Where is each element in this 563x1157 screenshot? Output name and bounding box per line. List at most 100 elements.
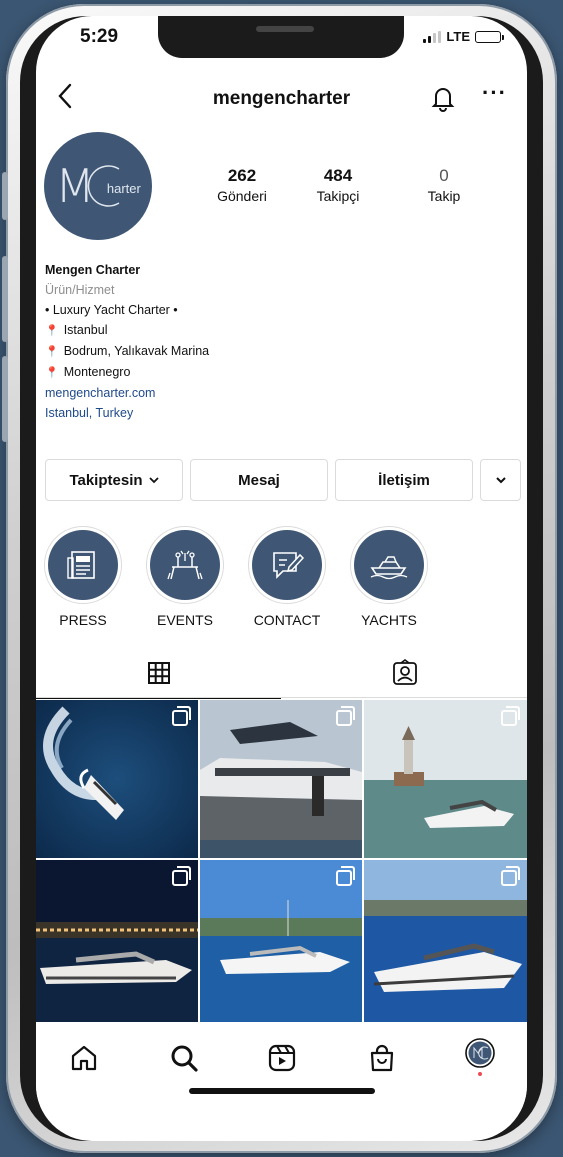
notification-bell-icon[interactable] [430,84,456,112]
posts-grid [36,700,527,1022]
profile-actions: Takiptesin Mesaj İletişim [45,459,521,501]
reels-icon [268,1044,296,1072]
multi-post-icon [172,866,191,886]
highlight-label: PRESS [59,612,107,628]
nav-profile[interactable] [460,1038,500,1078]
status-indicators: LTE [423,29,504,44]
posts-count: 262 [227,166,257,185]
shop-icon [370,1044,394,1072]
stat-followers[interactable]: 484 Takipçi [298,166,378,204]
stat-following[interactable]: 0 Takip [404,166,484,204]
pin-icon: 📍 [45,367,59,379]
newspaper-icon [67,551,95,579]
profile-avatar-icon [465,1038,495,1076]
tab-tagged[interactable] [282,648,527,698]
posts-label: Gönderi [217,188,267,204]
post-thumbnail[interactable] [200,700,362,858]
nav-home[interactable] [64,1038,104,1078]
followers-count: 484 [323,166,353,185]
bio-location: Istanbul [63,323,108,337]
post-thumbnail[interactable] [364,700,527,858]
suggested-accounts-button[interactable] [480,459,521,501]
bio-name: Mengen Charter [45,263,141,277]
highlight-cover [354,530,424,600]
bio-website-link[interactable]: mengencharter.com [45,383,209,403]
highlight-label: YACHTS [361,612,417,628]
battery-icon [475,30,504,43]
volume-down-button [2,356,8,442]
following-button[interactable]: Takiptesin [45,459,183,501]
network-label: LTE [446,29,470,44]
nav-search[interactable] [164,1038,204,1078]
highlight-yachts[interactable]: YACHTS [350,526,428,628]
tab-posts-grid[interactable] [36,648,281,699]
signal-icon [423,30,442,43]
highlight-label: CONTACT [253,612,321,628]
home-icon [71,1045,97,1071]
highlight-ring [248,526,326,604]
following-label: Takip [427,188,461,204]
pin-icon: 📍 [45,346,59,358]
following-count: 0 [439,166,449,185]
chevron-down-icon [495,477,506,484]
post-thumbnail[interactable] [36,860,198,1022]
volume-up-button [2,256,8,342]
bio-location-row: 📍 Montenegro [45,362,209,383]
note-pen-icon [273,552,305,579]
multi-post-icon [336,706,355,726]
more-options-icon[interactable]: ··· [482,80,507,106]
pin-icon: 📍 [45,325,59,337]
speaker [256,26,314,32]
highlight-press[interactable]: PRESS [44,526,122,628]
multi-post-icon [501,866,520,886]
message-button[interactable]: Mesaj [190,459,328,501]
multi-post-icon [501,706,520,726]
post-thumbnail[interactable] [36,700,198,858]
highlight-cover [252,530,322,600]
yacht-icon [370,556,408,580]
nav-shop[interactable] [362,1038,402,1078]
bio-location-row: 📍 Istanbul [45,320,209,341]
profile-avatar[interactable]: M harter [44,132,152,240]
notch [158,16,404,58]
profile-tabs [36,648,527,699]
search-icon [171,1045,198,1072]
highlight-ring [350,526,428,604]
bio-category: Ürün/Hizmet [45,283,115,297]
nav-reels[interactable] [262,1038,302,1078]
highlight-cover [48,530,118,600]
highlight-contact[interactable]: CONTACT [248,526,326,628]
highlight-label: EVENTS [156,612,213,628]
grid-icon [147,662,170,684]
bio-location-row: 📍 Bodrum, Yalıkavak Marina [45,341,209,362]
bio-tagline: • Luxury Yacht Charter • [45,303,178,317]
following-button-label: Takiptesin [69,471,143,489]
stat-posts[interactable]: 262 Gönderi [202,166,282,204]
bio-city-link[interactable]: Istanbul, Turkey [45,403,209,423]
bottom-nav-bar [36,1022,527,1111]
post-thumbnail[interactable] [364,860,527,1022]
contact-button[interactable]: İletişim [335,459,473,501]
bio-location: Bodrum, Yalıkavak Marina [63,344,210,358]
highlight-cover [150,530,220,600]
message-button-label: Mesaj [238,471,280,489]
event-table-icon [167,550,203,580]
avatar-sub-text: harter [106,180,141,196]
followers-label: Takipçi [316,188,360,204]
home-indicator [189,1088,375,1094]
highlight-events[interactable]: EVENTS [146,526,224,628]
multi-post-icon [172,706,191,726]
multi-post-icon [336,866,355,886]
highlight-ring [146,526,224,604]
chevron-down-icon [148,477,159,484]
profile-bio: Mengen Charter Ürün/Hizmet • Luxury Yach… [45,260,209,423]
tagged-icon [392,659,417,685]
bio-location: Montenegro [63,365,131,379]
profile-header: mengencharter ··· [36,76,527,120]
highlight-ring [44,526,122,604]
status-time: 5:29 [80,26,119,47]
screen: 5:29 LTE mengencharter ··· M harter 262 … [36,16,527,1141]
post-thumbnail[interactable] [200,860,362,1022]
contact-button-label: İletişim [378,471,430,489]
avatar-logo-text: M [55,159,95,213]
